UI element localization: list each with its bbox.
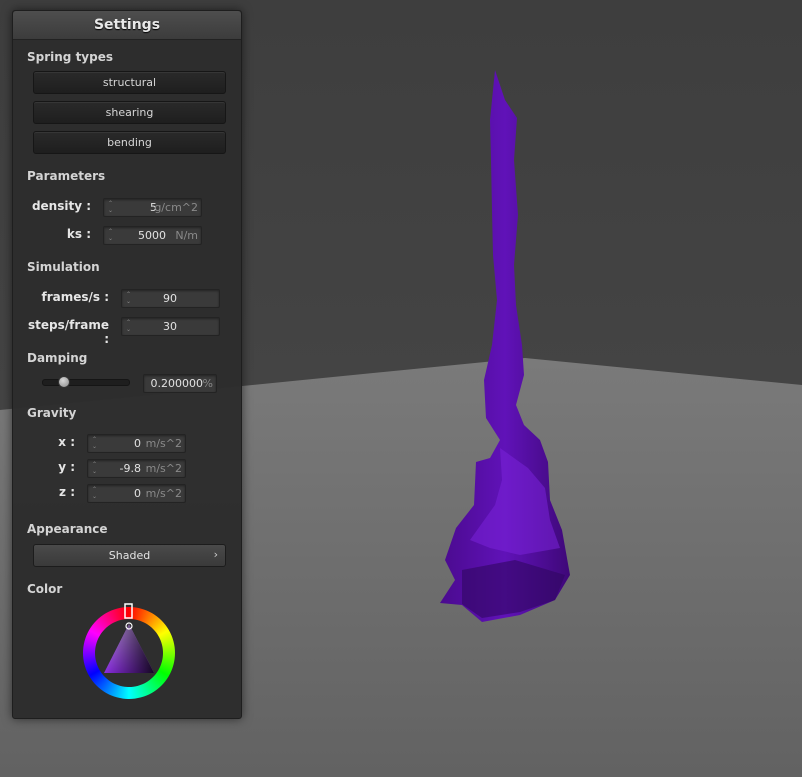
shearing-button[interactable]: shearing (33, 101, 226, 124)
ks-unit: N/m (175, 229, 198, 242)
settings-panel: Settings Spring types structural shearin… (12, 10, 242, 719)
gravity-x-field[interactable]: ⌃ ⌄ 0 m/s^2 (87, 434, 186, 453)
chevron-right-icon: › (213, 548, 218, 561)
ks-value: 5000 (138, 229, 166, 242)
appearance-heading: Appearance (27, 522, 108, 536)
steps-label: steps/frame : (27, 318, 109, 346)
ks-field[interactable]: ⌃ ⌄ 5000 N/m (103, 226, 202, 245)
gravity-y-label: y : (58, 460, 75, 474)
structural-button[interactable]: structural (33, 71, 226, 94)
fps-field[interactable]: ⌃ ⌄ 90 (121, 289, 220, 308)
steps-spinner-icon[interactable]: ⌃ ⌄ (125, 319, 132, 334)
fps-label: frames/s : (41, 290, 109, 304)
spring-types-heading: Spring types (27, 50, 114, 64)
gravity-y-unit: m/s^2 (145, 462, 182, 475)
gravity-heading: Gravity (27, 406, 77, 420)
steps-field[interactable]: ⌃ ⌄ 30 (121, 317, 220, 336)
gravity-z-field[interactable]: ⌃ ⌄ 0 m/s^2 (87, 484, 186, 503)
gravity-x-label: x : (58, 435, 75, 449)
fps-spinner-icon[interactable]: ⌃ ⌄ (125, 291, 132, 306)
density-unit: g/cm^2 (154, 201, 198, 214)
gravity-y-value: -9.8 (119, 462, 141, 475)
ks-label: ks : (66, 227, 91, 241)
density-label: density : (31, 199, 91, 213)
gravity-z-unit: m/s^2 (145, 487, 182, 500)
gravity-z-value: 0 (134, 487, 141, 500)
damping-heading: Damping (27, 351, 88, 365)
damping-field[interactable]: 0.200000 % (143, 374, 217, 393)
damping-slider-handle[interactable] (58, 376, 70, 388)
gravity-x-value: 0 (134, 437, 141, 450)
steps-value: 30 (163, 320, 177, 333)
fps-value: 90 (163, 292, 177, 305)
damping-value: 0.200000 (150, 377, 204, 390)
appearance-selected: Shaded (108, 549, 151, 562)
triangle-shade (104, 624, 154, 673)
density-field[interactable]: ⌃ ⌄ 5 g/cm^2 (103, 198, 202, 217)
appearance-dropdown[interactable]: Shaded › (33, 544, 226, 567)
gravity-y-field[interactable]: ⌃ ⌄ -9.8 m/s^2 (87, 459, 186, 478)
density-spinner-icon[interactable]: ⌃ ⌄ (107, 200, 114, 215)
damping-unit: % (202, 377, 213, 390)
gravity-z-spinner-icon[interactable]: ⌃ ⌄ (91, 486, 98, 501)
simulation-heading: Simulation (27, 260, 100, 274)
parameters-heading: Parameters (27, 169, 106, 183)
gravity-z-label: z : (59, 485, 75, 499)
bending-button[interactable]: bending (33, 131, 226, 154)
gravity-x-spinner-icon[interactable]: ⌃ ⌄ (91, 436, 98, 451)
damping-slider[interactable] (42, 376, 130, 388)
gravity-x-unit: m/s^2 (145, 437, 182, 450)
color-wheel[interactable] (79, 603, 179, 703)
ks-spinner-icon[interactable]: ⌃ ⌄ (107, 228, 114, 243)
panel-title[interactable]: Settings (13, 11, 241, 40)
gravity-y-spinner-icon[interactable]: ⌃ ⌄ (91, 461, 98, 476)
color-heading: Color (27, 582, 63, 596)
